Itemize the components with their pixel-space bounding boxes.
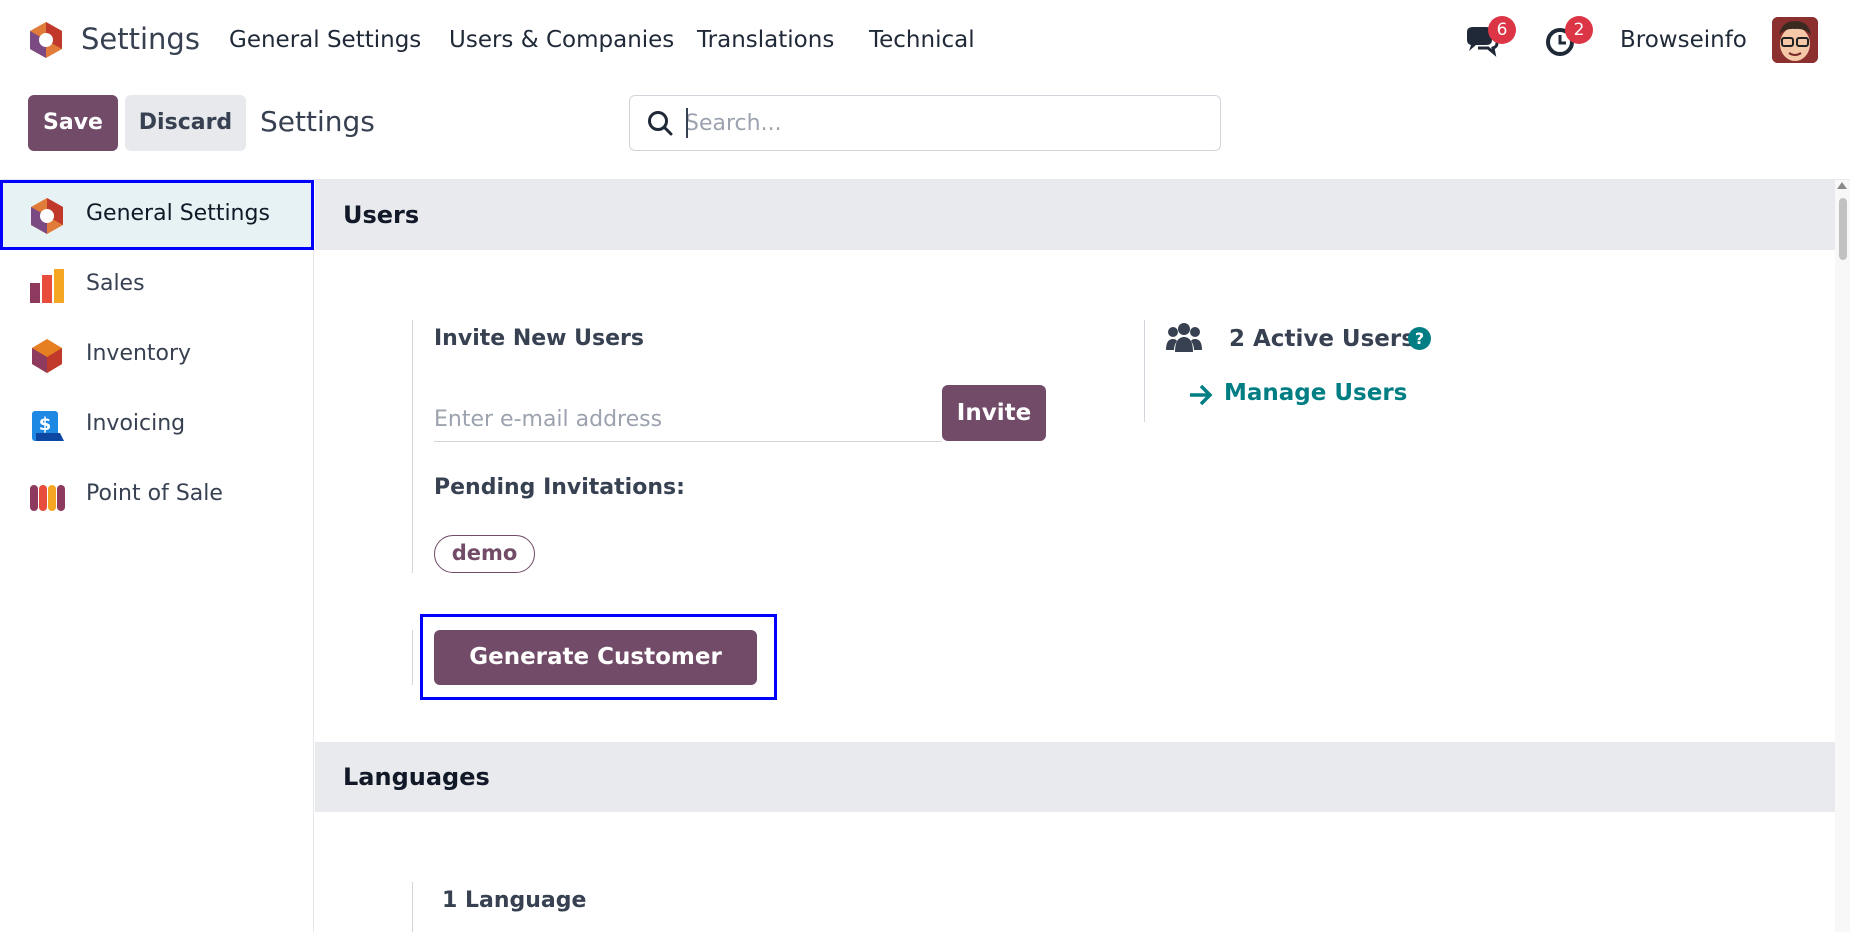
odoo-settings-icon[interactable] <box>27 21 65 59</box>
sidebar-item-point-of-sale[interactable]: Point of Sale <box>0 460 314 530</box>
point-of-sale-icon <box>30 485 65 511</box>
sidebar-item-inventory[interactable]: Inventory <box>0 320 314 390</box>
setting-divider <box>412 630 413 685</box>
help-icon[interactable]: ? <box>1408 327 1431 350</box>
section-title: Languages <box>343 763 490 791</box>
scroll-up-arrow[interactable] <box>1837 182 1847 189</box>
active-users-count: 2 Active Users <box>1229 326 1415 352</box>
discard-button[interactable]: Discard <box>125 95 246 151</box>
invoicing-icon: $ <box>32 411 64 441</box>
text-cursor <box>686 108 688 138</box>
messages-badge: 6 <box>1488 16 1516 44</box>
generate-customer-code-button[interactable]: Generate Customer Code <box>434 630 757 725</box>
activities-badge: 2 <box>1565 16 1593 44</box>
menu-translations[interactable]: Translations <box>697 27 834 53</box>
pending-invitation-tag[interactable]: demo <box>434 535 535 573</box>
top-navbar: Settings General Settings Users & Compan… <box>0 0 1850 80</box>
sidebar-item-general-settings[interactable]: General Settings <box>0 180 314 250</box>
sidebar-item-label: Inventory <box>86 341 192 366</box>
user-name[interactable]: Browseinfo <box>1620 27 1747 53</box>
user-avatar[interactable] <box>1772 17 1818 63</box>
scrollbar-thumb[interactable] <box>1839 198 1847 260</box>
svg-text:$: $ <box>39 414 52 435</box>
settings-sidebar: General Settings Sales Inventory $ Invoi… <box>0 180 314 932</box>
manage-users-link[interactable]: Manage Users <box>1224 380 1407 406</box>
sidebar-item-label: Invoicing <box>86 411 186 436</box>
scrollbar[interactable] <box>1835 180 1850 932</box>
menu-general-settings[interactable]: General Settings <box>229 27 421 53</box>
inventory-icon <box>32 339 62 373</box>
users-group-icon <box>1166 323 1202 352</box>
email-field[interactable] <box>434 398 942 442</box>
search-box[interactable] <box>629 95 1221 151</box>
setting-divider <box>412 882 413 932</box>
language-count: 1 Language <box>442 888 587 913</box>
page-title: Settings <box>260 105 375 138</box>
setting-divider <box>1144 320 1145 422</box>
languages-section-header: Languages <box>315 742 1835 812</box>
invite-button[interactable]: Invite <box>942 385 1046 441</box>
odoo-settings-icon <box>31 198 63 234</box>
sales-icon <box>30 269 64 303</box>
search-icon <box>648 111 673 136</box>
sidebar-item-invoicing[interactable]: $ Invoicing <box>0 390 314 460</box>
search-input[interactable] <box>685 106 1205 140</box>
app-name[interactable]: Settings <box>81 22 200 56</box>
section-title: Users <box>343 201 420 229</box>
sidebar-item-label: Sales <box>86 271 145 296</box>
sidebar-item-label: General Settings <box>86 201 270 226</box>
arrow-right-icon <box>1190 384 1213 406</box>
save-button[interactable]: Save <box>28 95 118 151</box>
sidebar-item-sales[interactable]: Sales <box>0 250 314 320</box>
invite-new-users-label: Invite New Users <box>434 326 644 351</box>
sidebar-item-label: Point of Sale <box>86 481 223 506</box>
menu-technical[interactable]: Technical <box>869 27 975 53</box>
setting-divider <box>412 320 413 573</box>
users-section-header: Users <box>315 180 1835 250</box>
menu-users-companies[interactable]: Users & Companies <box>449 27 674 53</box>
pending-invitations-label: Pending Invitations: <box>434 475 685 500</box>
